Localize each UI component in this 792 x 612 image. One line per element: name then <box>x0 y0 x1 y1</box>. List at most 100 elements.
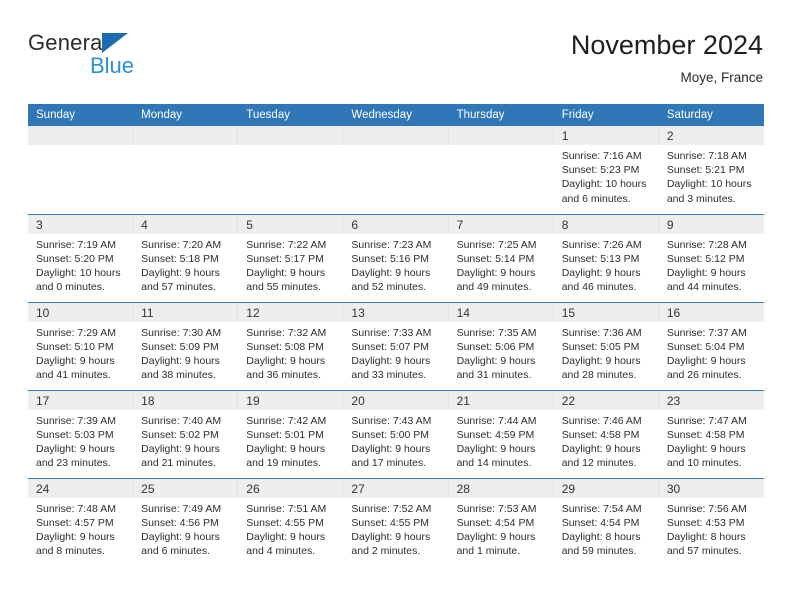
calendar-day-cell[interactable]: 24 Sunrise: 7:48 AM Sunset: 4:57 PM Dayligh… <box>28 477 134 566</box>
day-cell-inner: 2 Sunrise: 7:18 AM Sunset: 5:21 PM Daylight… <box>658 126 764 214</box>
day-cell-inner: 11 Sunrise: 7:30 AM Sunset: 5:09 PM Dayligh… <box>133 302 239 390</box>
day-number: 14 <box>448 302 554 322</box>
calendar-day-cell[interactable]: 9 Sunrise: 7:28 AM Sunset: 5:12 PM Daylight… <box>658 213 764 302</box>
calendar-day-cell[interactable]: 14 Sunrise: 7:35 AM Sunset: 5:06 PM Dayligh… <box>448 301 554 390</box>
sunrise-text: Sunrise: 7:51 AM <box>246 502 327 515</box>
day-sun-info: Sunrise: 7:42 AM Sunset: 5:01 PM Daylight:… <box>238 410 343 471</box>
sunset-text: Sunset: 5:08 PM <box>246 340 324 353</box>
calendar-week-row: 24 Sunrise: 7:48 AM Sunset: 4:57 PM Dayligh… <box>28 477 764 567</box>
day-sun-info: Sunrise: 7:29 AM Sunset: 5:10 PM Daylight:… <box>28 322 133 383</box>
calendar-day-cell[interactable]: 16 Sunrise: 7:37 AM Sunset: 5:04 PM Dayligh… <box>658 301 764 390</box>
day-number <box>133 126 239 145</box>
calendar-day-cell[interactable]: 5 Sunrise: 7:22 AM Sunset: 5:17 PM Daylight… <box>238 213 344 302</box>
weekday-header-saturday: Saturday <box>658 104 764 126</box>
day-number: 10 <box>28 302 134 322</box>
day-sun-info: Sunrise: 7:44 AM Sunset: 4:59 PM Daylight:… <box>449 410 554 471</box>
calendar-day-cell[interactable]: 21 Sunrise: 7:44 AM Sunset: 4:59 PM Dayligh… <box>448 389 554 478</box>
calendar-day-cell[interactable]: 29 Sunrise: 7:54 AM Sunset: 4:54 PM Dayligh… <box>553 477 659 566</box>
day-sun-info: Sunrise: 7:49 AM Sunset: 4:56 PM Daylight:… <box>133 498 238 559</box>
daylight-text: Daylight: 9 hours and 12 minutes. <box>561 442 641 470</box>
calendar-day-cell[interactable]: 18 Sunrise: 7:40 AM Sunset: 5:02 PM Dayligh… <box>133 389 239 478</box>
day-sun-info: Sunrise: 7:40 AM Sunset: 5:02 PM Daylight:… <box>133 410 238 471</box>
day-cell-inner: 5 Sunrise: 7:22 AM Sunset: 5:17 PM Daylight… <box>238 214 344 302</box>
day-cell-inner: 8 Sunrise: 7:26 AM Sunset: 5:13 PM Daylight… <box>553 214 659 302</box>
sunrise-text: Sunrise: 7:26 AM <box>561 238 642 251</box>
general-blue-logo[interactable]: General Blue <box>28 30 228 86</box>
calendar-day-cell[interactable]: 12 Sunrise: 7:32 AM Sunset: 5:08 PM Dayligh… <box>238 301 344 390</box>
calendar-day-cell[interactable]: 17 Sunrise: 7:39 AM Sunset: 5:03 PM Dayligh… <box>28 389 134 478</box>
day-number <box>28 126 134 145</box>
day-cell-inner: 1 Sunrise: 7:16 AM Sunset: 5:23 PM Daylight… <box>553 126 659 214</box>
sunset-text: Sunset: 5:04 PM <box>666 340 745 353</box>
daylight-text: Daylight: 9 hours and 2 minutes. <box>351 530 431 558</box>
calendar-day-cell[interactable]: 30 Sunrise: 7:56 AM Sunset: 4:53 PM Dayligh… <box>658 477 764 567</box>
calendar-body: 1 Sunrise: 7:16 AM Sunset: 5:23 PM Daylight… <box>28 126 764 566</box>
sunset-text: Sunset: 4:57 PM <box>36 516 114 529</box>
day-sun-info: Sunrise: 7:36 AM Sunset: 5:05 PM Daylight:… <box>554 322 659 383</box>
day-sun-info: Sunrise: 7:51 AM Sunset: 4:55 PM Daylight:… <box>238 498 343 559</box>
day-sun-info: Sunrise: 7:52 AM Sunset: 4:55 PM Daylight:… <box>343 498 448 559</box>
sunrise-text: Sunrise: 7:35 AM <box>456 326 537 339</box>
sunset-text: Sunset: 5:07 PM <box>351 340 430 353</box>
day-cell-inner: 23 Sunrise: 7:47 AM Sunset: 4:58 PM Dayligh… <box>658 390 764 478</box>
sunrise-text: Sunrise: 7:43 AM <box>351 414 432 427</box>
calendar-day-cell[interactable]: 8 Sunrise: 7:26 AM Sunset: 5:13 PM Daylight… <box>553 213 659 302</box>
calendar-week-row: 10 Sunrise: 7:29 AM Sunset: 5:10 PM Dayligh… <box>28 301 764 390</box>
sunset-text: Sunset: 4:54 PM <box>561 516 640 529</box>
calendar-day-cell[interactable]: 23 Sunrise: 7:47 AM Sunset: 4:58 PM Dayligh… <box>658 389 764 478</box>
calendar-cell-empty <box>448 126 554 214</box>
calendar-day-cell[interactable]: 1 Sunrise: 7:16 AM Sunset: 5:23 PM Daylight… <box>553 126 659 214</box>
calendar-day-cell[interactable]: 6 Sunrise: 7:23 AM Sunset: 5:16 PM Daylight… <box>343 213 449 302</box>
day-number: 12 <box>238 302 344 322</box>
calendar-day-cell[interactable]: 27 Sunrise: 7:52 AM Sunset: 4:55 PM Dayligh… <box>343 477 449 567</box>
day-sun-info: Sunrise: 7:16 AM Sunset: 5:23 PM Daylight:… <box>554 145 659 206</box>
calendar-day-cell[interactable]: 10 Sunrise: 7:29 AM Sunset: 5:10 PM Dayligh… <box>28 301 134 390</box>
day-sun-info: Sunrise: 7:25 AM Sunset: 5:14 PM Daylight:… <box>449 234 554 295</box>
sunrise-text: Sunrise: 7:16 AM <box>561 150 642 162</box>
calendar-day-cell[interactable]: 4 Sunrise: 7:20 AM Sunset: 5:18 PM Daylight… <box>133 213 239 302</box>
calendar-page: General Blue November 2024 Moye, France … <box>0 0 792 612</box>
weekday-header-friday: Friday <box>553 104 659 126</box>
calendar-day-cell[interactable]: 20 Sunrise: 7:43 AM Sunset: 5:00 PM Dayligh… <box>343 389 449 478</box>
day-cell-inner: 22 Sunrise: 7:46 AM Sunset: 4:58 PM Dayligh… <box>553 390 659 478</box>
calendar-day-cell[interactable]: 13 Sunrise: 7:33 AM Sunset: 5:07 PM Dayligh… <box>343 301 449 390</box>
title-block: November 2024 Moye, France <box>571 28 763 88</box>
day-number: 30 <box>658 478 764 498</box>
calendar-week-row: 3 Sunrise: 7:19 AM Sunset: 5:20 PM Daylight… <box>28 213 764 302</box>
day-number: 18 <box>133 390 239 410</box>
day-cell-inner: 26 Sunrise: 7:51 AM Sunset: 4:55 PM Dayligh… <box>238 478 344 567</box>
sunrise-text: Sunrise: 7:40 AM <box>141 414 222 427</box>
calendar-day-cell[interactable]: 7 Sunrise: 7:25 AM Sunset: 5:14 PM Daylight… <box>448 213 554 302</box>
logo-triangle-icon <box>102 33 128 53</box>
day-cell-inner: 15 Sunrise: 7:36 AM Sunset: 5:05 PM Dayligh… <box>553 302 659 390</box>
sunset-text: Sunset: 4:58 PM <box>666 428 745 441</box>
sunset-text: Sunset: 5:01 PM <box>246 428 324 441</box>
weekday-header-wednesday: Wednesday <box>343 104 449 126</box>
daylight-text: Daylight: 9 hours and 4 minutes. <box>246 530 326 558</box>
day-cell-inner <box>343 126 449 214</box>
day-number: 9 <box>658 214 764 234</box>
day-cell-inner: 3 Sunrise: 7:19 AM Sunset: 5:20 PM Daylight… <box>28 214 134 302</box>
sunset-text: Sunset: 5:17 PM <box>246 252 324 265</box>
day-number: 1 <box>553 126 659 145</box>
calendar-day-cell[interactable]: 19 Sunrise: 7:42 AM Sunset: 5:01 PM Dayligh… <box>238 389 344 478</box>
sunrise-text: Sunrise: 7:28 AM <box>666 238 747 251</box>
calendar-day-cell[interactable]: 11 Sunrise: 7:30 AM Sunset: 5:09 PM Dayligh… <box>133 301 239 390</box>
calendar-day-cell[interactable]: 26 Sunrise: 7:51 AM Sunset: 4:55 PM Dayligh… <box>238 477 344 567</box>
day-cell-inner: 27 Sunrise: 7:52 AM Sunset: 4:55 PM Dayligh… <box>343 478 449 567</box>
day-sun-info: Sunrise: 7:19 AM Sunset: 5:20 PM Daylight:… <box>28 234 133 295</box>
day-sun-info: Sunrise: 7:22 AM Sunset: 5:17 PM Daylight:… <box>238 234 343 295</box>
calendar-day-cell[interactable]: 28 Sunrise: 7:53 AM Sunset: 4:54 PM Dayligh… <box>448 477 554 566</box>
day-cell-inner: 30 Sunrise: 7:56 AM Sunset: 4:53 PM Dayligh… <box>658 478 764 567</box>
sunrise-text: Sunrise: 7:29 AM <box>36 326 116 339</box>
daylight-text: Daylight: 9 hours and 38 minutes. <box>141 354 220 382</box>
calendar-day-cell[interactable]: 22 Sunrise: 7:46 AM Sunset: 4:58 PM Dayligh… <box>553 389 659 478</box>
day-cell-inner: 13 Sunrise: 7:33 AM Sunset: 5:07 PM Dayligh… <box>343 302 449 390</box>
sunrise-text: Sunrise: 7:20 AM <box>141 238 222 251</box>
sunset-text: Sunset: 4:55 PM <box>246 516 324 529</box>
calendar-day-cell[interactable]: 2 Sunrise: 7:18 AM Sunset: 5:21 PM Daylight… <box>658 126 764 214</box>
sunrise-text: Sunrise: 7:46 AM <box>561 414 642 427</box>
calendar-day-cell[interactable]: 25 Sunrise: 7:49 AM Sunset: 4:56 PM Dayligh… <box>133 477 239 566</box>
calendar-day-cell[interactable]: 15 Sunrise: 7:36 AM Sunset: 5:05 PM Dayligh… <box>553 301 659 390</box>
calendar-day-cell[interactable]: 3 Sunrise: 7:19 AM Sunset: 5:20 PM Daylight… <box>28 213 134 302</box>
